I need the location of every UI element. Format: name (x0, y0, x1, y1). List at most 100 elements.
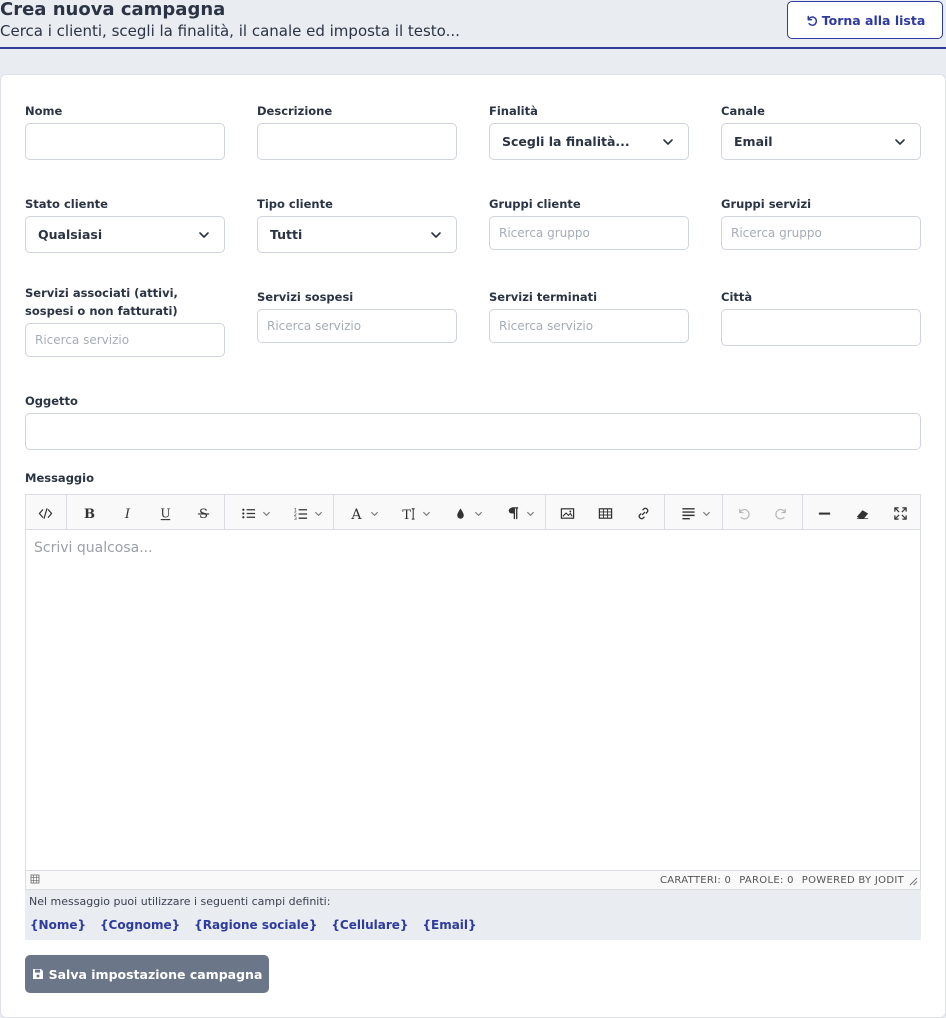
svg-text:I: I (123, 507, 130, 521)
citta-field (721, 309, 921, 346)
save-campaign-button[interactable]: Salva impostazione campagna (25, 955, 269, 993)
nome-label: Nome (25, 104, 63, 118)
token-nome[interactable]: {Nome} (30, 918, 86, 932)
servizi-terminati-label: Servizi terminati (489, 290, 598, 304)
svg-text:3: 3 (294, 516, 297, 521)
chevron-down-icon (422, 511, 431, 516)
color-button[interactable] (448, 500, 488, 526)
canale-selected: Email (734, 134, 773, 149)
nome-input[interactable] (26, 124, 224, 159)
resize-handle-icon[interactable] (908, 876, 918, 886)
svg-text:B: B (83, 507, 94, 521)
powered-by[interactable]: POWERED BY JODIT (802, 875, 904, 886)
messaggio-label: Messaggio (25, 471, 94, 485)
font-button[interactable]: A (344, 500, 384, 526)
bullet-list-button[interactable] (236, 500, 276, 526)
servizi-terminati-input[interactable] (490, 310, 688, 342)
back-button-label: Torna alla lista (821, 12, 926, 28)
italic-button[interactable]: I (116, 500, 138, 526)
servizi-associati-label: Servizi associati (attivi, sospesi o non… (25, 286, 178, 318)
page-subtitle: Cerca i clienti, scegli la finalità, il … (0, 22, 460, 40)
token-email[interactable]: {Email} (422, 918, 476, 932)
undo-icon (807, 15, 817, 26)
oggetto-field (25, 413, 921, 450)
grid-icon (30, 874, 40, 884)
image-button[interactable] (556, 500, 578, 526)
editor-content-area[interactable]: Scrivi qualcosa... (26, 530, 920, 870)
gruppi-cliente-field (489, 216, 689, 250)
descrizione-field (257, 123, 457, 160)
oggetto-label: Oggetto (25, 394, 78, 408)
ordered-list-icon: 123 (294, 507, 308, 521)
tipo-cliente-label: Tipo cliente (257, 197, 333, 211)
link-button[interactable] (632, 500, 654, 526)
underline-icon: U (160, 506, 170, 520)
token-cellulare[interactable]: {Cellulare} (331, 918, 408, 932)
image-icon (560, 507, 574, 519)
descrizione-input[interactable] (258, 124, 456, 159)
save-icon (32, 969, 43, 979)
placeholder-hint-box: Nel messaggio puoi utilizzare i seguenti… (25, 890, 921, 940)
chevron-down-icon (663, 138, 673, 145)
align-button[interactable] (676, 500, 716, 526)
undo-icon (738, 508, 750, 519)
canale-label: Canale (721, 104, 765, 118)
eraser-button[interactable] (851, 500, 873, 526)
servizi-sospesi-input[interactable] (258, 310, 456, 342)
paragraph-icon (508, 506, 519, 519)
bold-icon: B (83, 507, 94, 521)
chevron-down-icon (895, 138, 905, 145)
stato-cliente-select[interactable]: Qualsiasi (25, 216, 225, 253)
canale-select[interactable]: Email (721, 123, 921, 160)
bullet-list-icon (242, 508, 256, 518)
editor-placeholder: Scrivi qualcosa... (34, 540, 153, 556)
oggetto-input[interactable] (26, 414, 920, 449)
paragraph-button[interactable] (500, 500, 540, 526)
table-button[interactable] (594, 500, 616, 526)
font-icon: A (350, 507, 362, 521)
back-to-list-button[interactable]: Torna alla lista (787, 1, 943, 39)
chevron-down-icon (262, 511, 271, 516)
hint-text: Nel messaggio puoi utilizzare i seguenti… (29, 895, 331, 908)
editor-toolbar: B I U S 123 A T (26, 495, 920, 530)
source-button[interactable] (34, 500, 56, 526)
table-icon (598, 507, 612, 519)
bold-button[interactable]: B (78, 500, 100, 526)
servizi-associati-field (25, 323, 225, 357)
tipo-cliente-selected: Tutti (270, 227, 303, 242)
gruppi-servizi-input[interactable] (722, 217, 920, 249)
servizi-sospesi-label: Servizi sospesi (257, 290, 354, 304)
page-title: Crea nuova campagna (0, 0, 226, 20)
tipo-cliente-select[interactable]: Tutti (257, 216, 457, 253)
ordered-list-button[interactable]: 123 (288, 500, 328, 526)
chevron-down-icon (370, 511, 379, 516)
undo-button[interactable] (732, 500, 754, 526)
fullscreen-icon (893, 506, 907, 520)
token-cognome[interactable]: {Cognome} (100, 918, 180, 932)
servizi-sospesi-field (257, 309, 457, 343)
svg-text:A: A (350, 507, 362, 521)
font-size-button[interactable]: T (396, 500, 436, 526)
horizontal-rule-icon (818, 512, 830, 515)
horizontal-rule-button[interactable] (813, 500, 835, 526)
redo-icon (774, 508, 786, 519)
citta-input[interactable] (722, 310, 920, 345)
chevron-down-icon (526, 511, 535, 516)
token-ragione-sociale[interactable]: {Ragione sociale} (194, 918, 317, 932)
align-icon (682, 507, 695, 519)
fullscreen-button[interactable] (889, 500, 911, 526)
token-list: {Nome} {Cognome} {Ragione sociale} {Cell… (30, 918, 477, 932)
gruppi-cliente-input[interactable] (490, 217, 688, 249)
descrizione-label: Descrizione (257, 104, 333, 118)
gruppi-servizi-label: Gruppi servizi (721, 197, 812, 211)
gruppi-servizi-field (721, 216, 921, 250)
strikethrough-button[interactable]: S (192, 500, 214, 526)
finalita-select[interactable]: Scegli la finalità... (489, 123, 689, 160)
strikethrough-icon: S (197, 507, 209, 521)
servizi-associati-input[interactable] (26, 324, 224, 356)
finalita-label: Finalità (489, 104, 538, 118)
underline-button[interactable]: U (154, 500, 176, 526)
redo-button[interactable] (770, 500, 792, 526)
link-icon (638, 507, 648, 519)
source-icon (38, 507, 52, 519)
